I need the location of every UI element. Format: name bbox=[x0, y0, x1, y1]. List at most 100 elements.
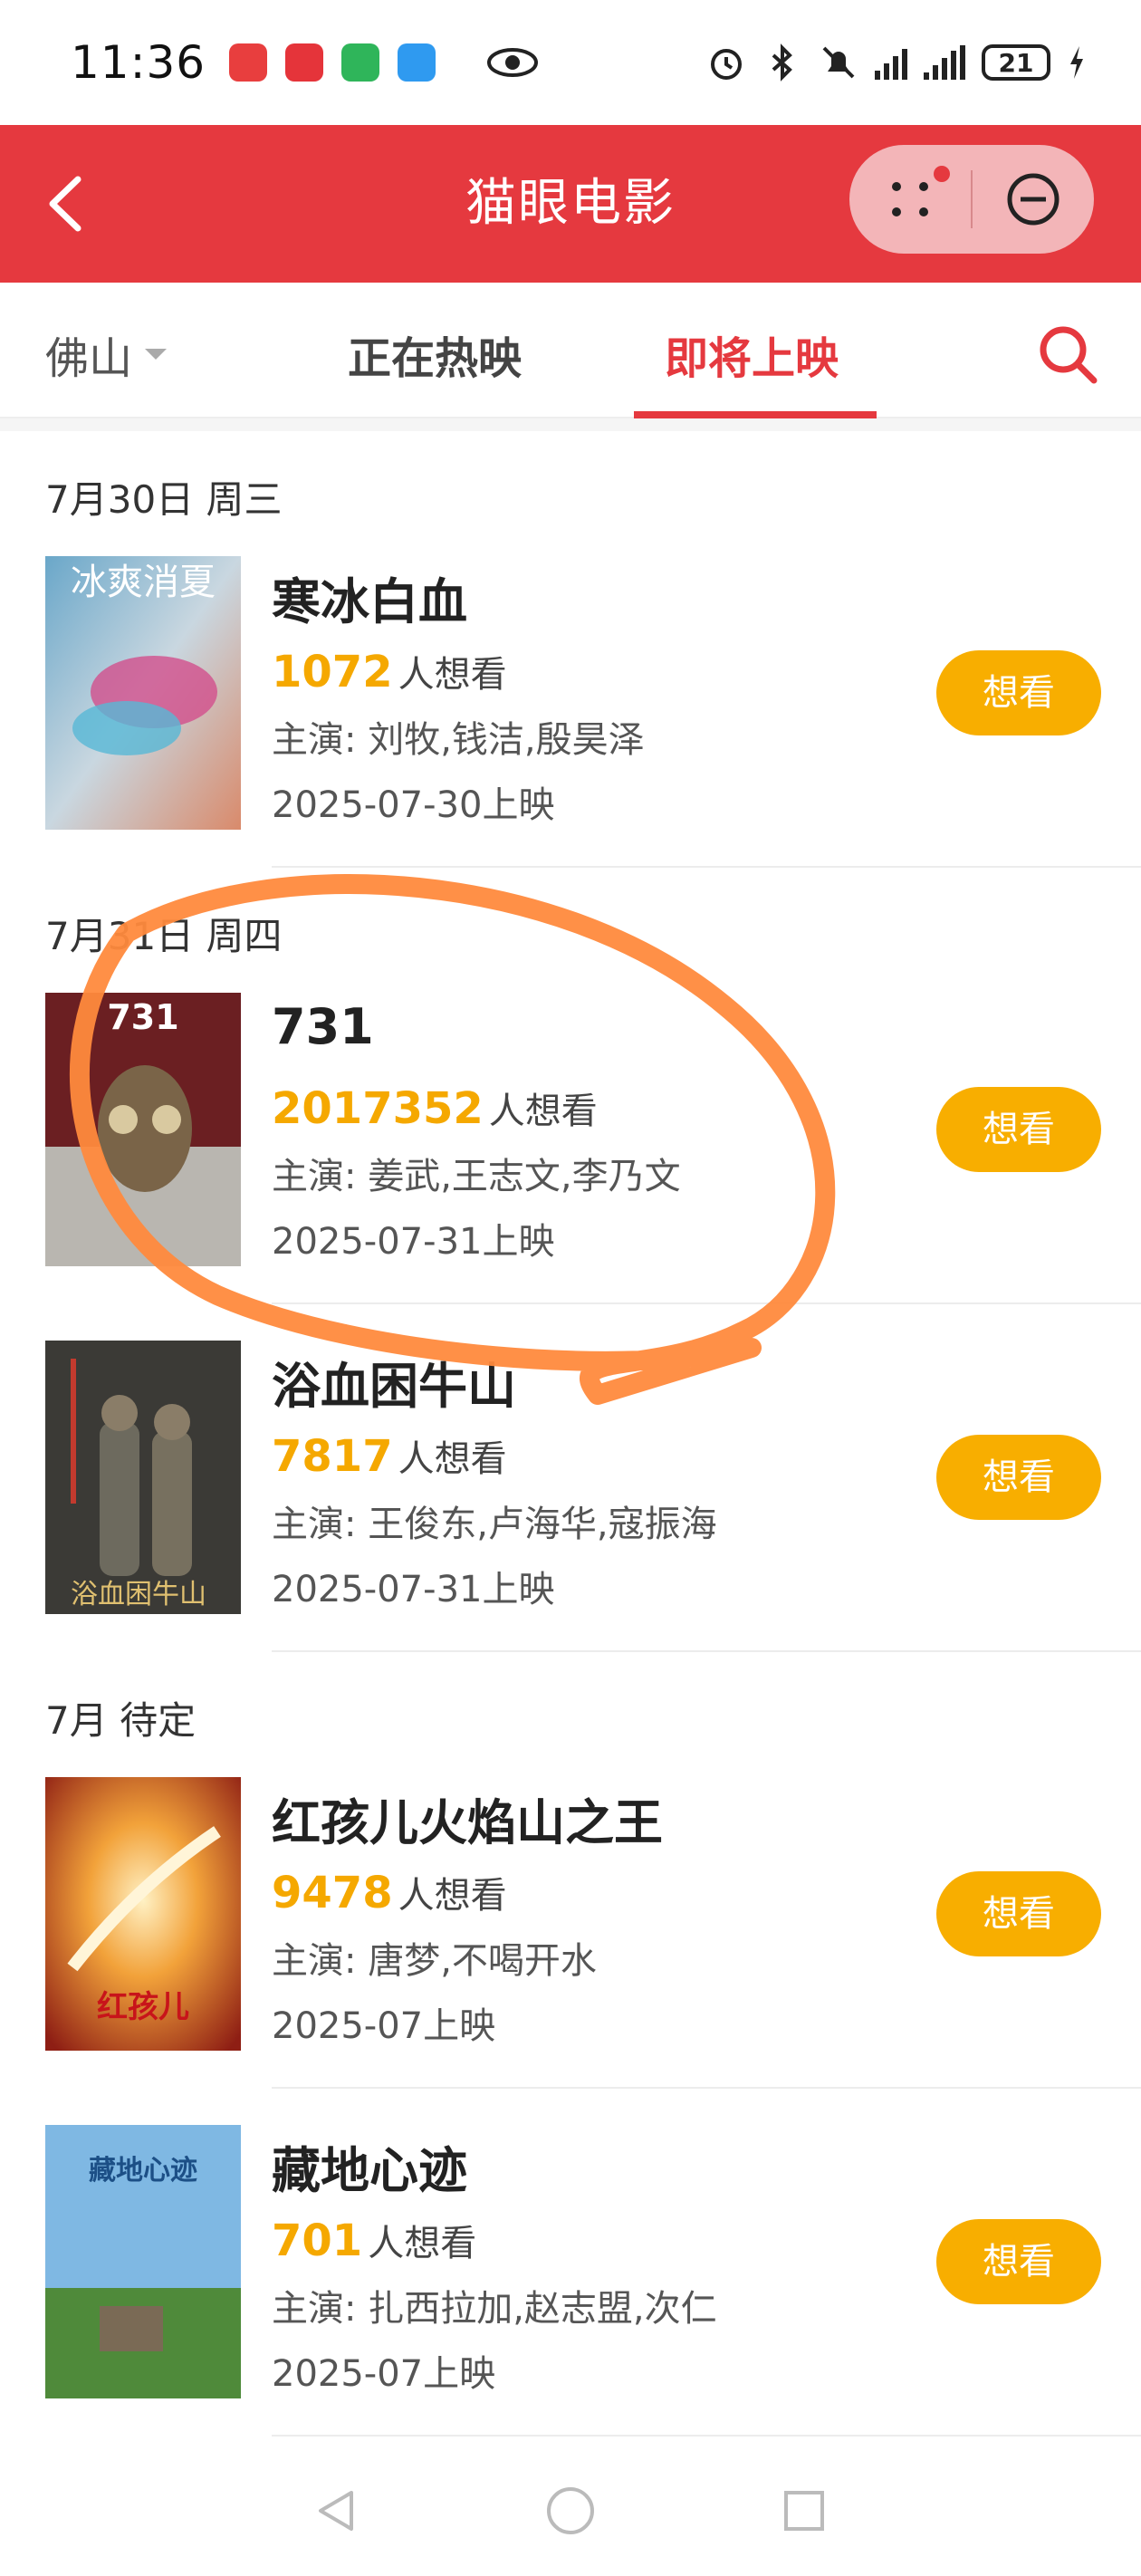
active-tab-indicator bbox=[634, 411, 877, 418]
date-header: 7月30日 周三 bbox=[45, 477, 283, 522]
movie-title: 浴血困牛山 bbox=[272, 1358, 516, 1415]
city-selector[interactable]: 佛山 bbox=[45, 322, 168, 386]
search-icon[interactable] bbox=[1036, 322, 1099, 386]
row-divider bbox=[272, 1302, 1141, 1304]
movie-item[interactable]: 藏地心迹 藏地心迹 701 人想看 主演: 扎西拉加,赵志盟,次仁 2025-07… bbox=[0, 2125, 1141, 2433]
poster-title-text: 红孩儿 bbox=[97, 1989, 189, 2025]
bluetooth-icon bbox=[772, 43, 792, 82]
release-date: 2025-07-30上映 bbox=[272, 784, 555, 826]
movie-poster[interactable]: 红孩儿 bbox=[45, 1777, 241, 2051]
movie-item[interactable]: 冰爽消夏 寒冰白血 1072 人想看 主演: 刘牧,钱洁,殷昊泽 2025-07-… bbox=[0, 556, 1141, 864]
movie-poster[interactable]: 731 bbox=[45, 993, 241, 1266]
row-divider bbox=[272, 2435, 1141, 2437]
cast-names: 刘牧,钱洁,殷昊泽 bbox=[368, 719, 645, 761]
want-to-watch-button[interactable]: 想看 bbox=[936, 1435, 1101, 1520]
want-count-line: 2017352 人想看 bbox=[272, 1081, 598, 1134]
more-dots-icon bbox=[892, 166, 950, 216]
dropdown-triangle-icon bbox=[145, 349, 168, 360]
battery-level: 21 bbox=[998, 47, 1034, 78]
poster-title-text: 藏地心迹 bbox=[89, 2155, 197, 2187]
want-count: 9478 bbox=[272, 1868, 393, 1918]
signal-icon bbox=[875, 45, 907, 80]
cast-prefix: 主演: bbox=[272, 2288, 369, 2330]
release-date: 2025-07-31上映 bbox=[272, 1221, 555, 1263]
date-header: 7月 待定 bbox=[45, 1698, 197, 1743]
section-gap bbox=[0, 418, 1141, 431]
signal-2-icon bbox=[924, 45, 965, 80]
red-app-icon bbox=[285, 43, 324, 82]
movie-poster[interactable]: 冰爽消夏 bbox=[45, 556, 241, 830]
status-time: 11:36 bbox=[71, 36, 206, 89]
poster-title-text: 731 bbox=[107, 997, 178, 1037]
more-dots-button[interactable] bbox=[849, 145, 971, 254]
app-screen: 11:36 21 猫眼电影 佛山 正在热映 即将上映 7月30日 周三 冰爽消夏… bbox=[0, 0, 1141, 2576]
nav-home-icon[interactable] bbox=[543, 2484, 598, 2538]
tab-coming-soon[interactable]: 即将上映 bbox=[665, 322, 839, 386]
nav-back-icon[interactable] bbox=[312, 2485, 362, 2536]
want-to-watch-button[interactable]: 想看 bbox=[936, 2219, 1101, 2304]
tab-now-showing[interactable]: 正在热映 bbox=[348, 322, 522, 386]
app-header: 猫眼电影 bbox=[0, 125, 1141, 283]
want-suffix: 人想看 bbox=[398, 1438, 507, 1480]
huawei-app-icon bbox=[229, 43, 268, 82]
movie-title: 寒冰白血 bbox=[272, 573, 467, 630]
poster-title-text: 冰爽消夏 bbox=[71, 562, 216, 603]
want-count: 7817 bbox=[272, 1431, 393, 1482]
movie-cast: 主演: 姜武,王志文,李乃文 bbox=[272, 1147, 681, 1199]
close-mini-program-button[interactable] bbox=[973, 145, 1094, 254]
movie-cast: 主演: 王俊东,卢海华,寇振海 bbox=[272, 1495, 717, 1547]
cast-prefix: 主演: bbox=[272, 1156, 369, 1197]
cast-names: 王俊东,卢海华,寇振海 bbox=[368, 1504, 717, 1545]
cast-names: 扎西拉加,赵志盟,次仁 bbox=[368, 2288, 717, 2330]
want-suffix: 人想看 bbox=[398, 654, 507, 696]
cast-prefix: 主演: bbox=[272, 1940, 369, 1982]
movie-cast: 主演: 刘牧,钱洁,殷昊泽 bbox=[272, 710, 645, 763]
movie-item[interactable]: 红孩儿 红孩儿火焰山之王 9478 人想看 主演: 唐梦,不喝开水 2025-07… bbox=[0, 1777, 1141, 2085]
alarm-icon bbox=[711, 49, 742, 80]
system-nav-bar bbox=[0, 2446, 1141, 2576]
nav-recents-icon[interactable] bbox=[779, 2485, 829, 2536]
message-app-icon bbox=[398, 43, 436, 82]
movie-cast: 主演: 唐梦,不喝开水 bbox=[272, 1931, 597, 1984]
want-count-line: 1072 人想看 bbox=[272, 645, 507, 697]
want-suffix: 人想看 bbox=[398, 1875, 507, 1917]
want-count: 2017352 bbox=[272, 1083, 484, 1134]
movie-poster[interactable]: 藏地心迹 bbox=[45, 2125, 241, 2398]
row-divider bbox=[272, 2087, 1141, 2089]
cast-names: 唐梦,不喝开水 bbox=[368, 1940, 597, 1982]
poster-title-text: 浴血困牛山 bbox=[71, 1579, 206, 1610]
eye-icon bbox=[487, 48, 539, 77]
cast-prefix: 主演: bbox=[272, 719, 369, 761]
mini-program-capsule bbox=[849, 145, 1094, 254]
row-divider bbox=[272, 866, 1141, 868]
want-to-watch-button[interactable]: 想看 bbox=[936, 1871, 1101, 1956]
want-to-watch-button[interactable]: 想看 bbox=[936, 650, 1101, 735]
release-date: 2025-07上映 bbox=[272, 2005, 496, 2047]
mute-icon bbox=[822, 46, 855, 79]
row-divider bbox=[272, 1650, 1141, 1652]
release-date: 2025-07上映 bbox=[272, 2353, 496, 2395]
minus-circle-icon bbox=[1007, 173, 1060, 226]
want-count-line: 7817 人想看 bbox=[272, 1429, 507, 1482]
movie-title: 红孩儿火焰山之王 bbox=[272, 1794, 663, 1851]
release-date: 2025-07-31上映 bbox=[272, 1569, 555, 1610]
want-to-watch-button[interactable]: 想看 bbox=[936, 1087, 1101, 1172]
green-app-icon bbox=[341, 43, 380, 82]
date-header: 7月31日 周四 bbox=[45, 914, 283, 958]
status-right-icons: 21 bbox=[706, 43, 1087, 82]
movie-item[interactable]: 731 731 2017352 人想看 主演: 姜武,王志文,李乃文 2025-0… bbox=[0, 993, 1141, 1301]
movie-cast: 主演: 扎西拉加,赵志盟,次仁 bbox=[272, 2279, 717, 2331]
tab-bar: 佛山 正在热映 即将上映 bbox=[0, 283, 1141, 418]
city-label: 佛山 bbox=[45, 333, 133, 384]
movie-item[interactable]: 浴血困牛山 浴血困牛山 7817 人想看 主演: 王俊东,卢海华,寇振海 2025… bbox=[0, 1341, 1141, 1648]
movie-poster[interactable]: 浴血困牛山 bbox=[45, 1341, 241, 1614]
cast-names: 姜武,王志文,李乃文 bbox=[368, 1156, 681, 1197]
movie-title: 731 bbox=[272, 998, 374, 1055]
status-bar: 11:36 21 bbox=[0, 0, 1141, 125]
want-count: 1072 bbox=[272, 647, 393, 697]
movie-title: 藏地心迹 bbox=[272, 2142, 467, 2199]
want-count-line: 701 人想看 bbox=[272, 2214, 476, 2266]
want-suffix: 人想看 bbox=[368, 2223, 477, 2264]
notification-app-icons bbox=[229, 43, 436, 82]
want-suffix: 人想看 bbox=[488, 1091, 598, 1132]
